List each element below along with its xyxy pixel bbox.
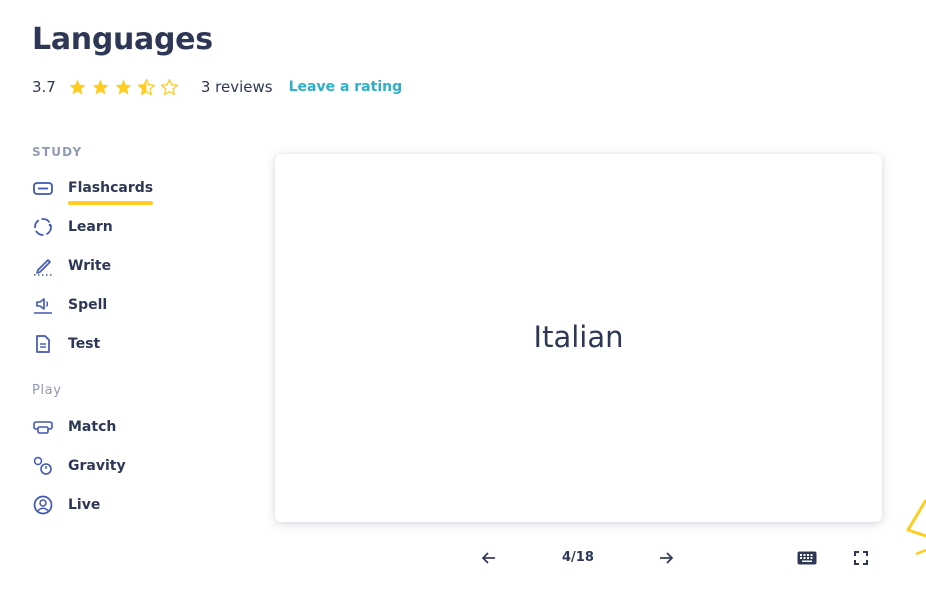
nav-label: Gravity [68, 458, 126, 474]
play-section-label: Play [32, 383, 62, 398]
nav-item-learn[interactable]: Learn [32, 214, 113, 240]
rating-row: 3.7 3 reviews Leave a rating [32, 74, 402, 100]
reviews-count[interactable]: 3 reviews [201, 78, 273, 96]
arrow-right-icon [660, 552, 674, 564]
nav-item-live[interactable]: Live [32, 492, 100, 518]
star-full-icon [92, 79, 109, 95]
keyboard-icon [797, 551, 817, 565]
keyboard-shortcuts-button[interactable] [792, 544, 822, 572]
gravity-icon [32, 455, 54, 477]
spell-icon [32, 294, 54, 316]
star-rating[interactable] [68, 78, 183, 97]
nav-label: Flashcards [68, 180, 154, 205]
nav-label: Learn [68, 219, 113, 235]
nav-item-match[interactable]: Match [32, 414, 116, 440]
nav-label: Live [68, 497, 101, 513]
arrow-left-icon [481, 552, 495, 564]
nav-label: Test [68, 336, 101, 352]
fullscreen-button[interactable] [846, 544, 876, 572]
rating-value: 3.7 [32, 78, 56, 96]
match-icon [32, 416, 54, 438]
card-counter: 4/18 [562, 550, 594, 565]
leave-rating-link[interactable]: Leave a rating [289, 79, 403, 95]
test-icon [32, 333, 54, 355]
nav-label: Spell [68, 297, 108, 313]
nav-item-flashcards[interactable]: Flashcards [32, 175, 154, 205]
nav-label: Write [68, 258, 112, 274]
live-icon [32, 494, 54, 516]
learn-icon [32, 216, 54, 238]
nav-item-gravity[interactable]: Gravity [32, 453, 126, 479]
study-section-label: STUDY [32, 145, 83, 159]
star-half-icon [137, 78, 155, 95]
star-full-icon [115, 79, 132, 95]
nav-label: Match [68, 419, 117, 435]
flashcards-icon [32, 177, 54, 199]
nav-item-spell[interactable]: Spell [32, 292, 107, 318]
flashcard-term: Italian [533, 320, 624, 354]
page-title: Languages [32, 22, 213, 57]
nav-item-write[interactable]: Write [32, 253, 111, 279]
previous-card-button[interactable] [474, 544, 504, 572]
next-card-button[interactable] [651, 544, 681, 572]
write-icon [32, 255, 54, 277]
star-full-icon [69, 79, 86, 95]
star-empty-icon [160, 78, 178, 95]
nav-item-test[interactable]: Test [32, 331, 100, 357]
decorative-illustration [906, 499, 926, 556]
fullscreen-icon [854, 551, 868, 565]
flashcard[interactable]: Italian [275, 154, 882, 522]
